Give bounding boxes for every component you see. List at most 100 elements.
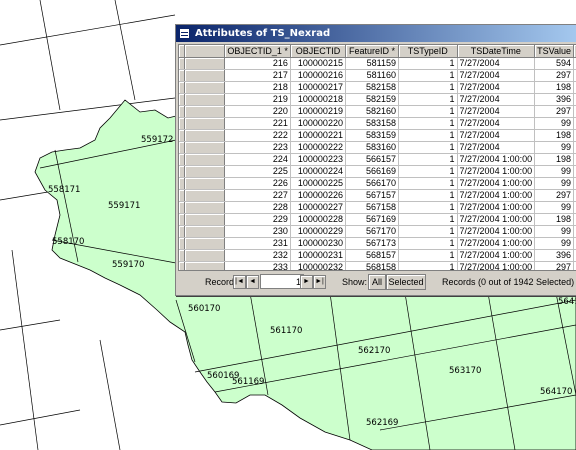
table-cell[interactable]: 1 [398,141,458,154]
table-cell[interactable]: 1 [398,117,458,130]
table-cell[interactable]: 1 [398,213,458,226]
table-row[interactable]: 226 100000225 566170 1 7/27/2004 1:00:00 99 [179,177,576,190]
table-cell[interactable]: 7/27/2004 1:00:00 [457,237,536,250]
table-row[interactable]: 233 100000232 568158 1 7/27/2004 1:00:00 297 [179,261,576,270]
table-cell[interactable]: 567170 [345,225,399,238]
table-cell[interactable]: 7/27/2004 [457,129,536,142]
table-cell[interactable]: 568158 [345,261,399,270]
row-selector[interactable] [184,117,226,130]
row-selector[interactable] [184,225,226,238]
column-header[interactable]: FeatureID * [345,45,399,58]
table-cell[interactable]: 231 [224,237,291,250]
first-record-button[interactable]: |◄ [233,275,246,289]
table-cell[interactable]: 226 [224,177,291,190]
attribute-table[interactable]: OBJECTID_1 * OBJECTID FeatureID * TSTypeID T… [178,44,576,271]
table-cell[interactable]: 582159 [345,93,399,106]
table-cell[interactable]: 1 [398,165,458,178]
table-cell[interactable]: 99 [534,141,574,154]
table-cell[interactable]: 7/27/2004 1:00:00 [457,249,536,262]
table-row[interactable]: 220 100000219 582160 1 7/27/2004 297 [179,105,576,118]
table-cell[interactable]: 100000223 [290,153,346,166]
table-cell[interactable]: 1 [398,81,458,94]
table-cell[interactable]: 100000217 [290,81,346,94]
table-cell[interactable]: 7/27/2004 1:00:00 [457,201,536,214]
table-cell[interactable]: 100000216 [290,69,346,82]
next-record-button[interactable]: ► [300,275,313,289]
table-cell[interactable]: 100000221 [290,129,346,142]
table-cell[interactable]: 297 [534,69,574,82]
column-header[interactable]: TSDateTime [457,45,536,58]
table-cell[interactable]: 225 [224,165,291,178]
table-cell[interactable]: 1 [398,225,458,238]
table-row[interactable]: 231 100000230 567173 1 7/27/2004 1:00:00 99 [179,237,576,250]
table-cell[interactable]: 568157 [345,249,399,262]
table-cell[interactable]: 297 [534,105,574,118]
table-cell[interactable]: 7/27/2004 1:00:00 [457,177,536,190]
table-row[interactable]: 218 100000217 582158 1 7/27/2004 198 [179,81,576,94]
row-selector[interactable] [184,177,226,190]
table-cell[interactable]: 1 [398,177,458,190]
table-cell[interactable]: 583159 [345,129,399,142]
table-cell[interactable]: 100000227 [290,201,346,214]
table-cell[interactable]: 7/27/2004 1:00:00 [457,213,536,226]
row-selector[interactable] [184,57,226,70]
row-selector[interactable] [184,237,226,250]
row-selector[interactable] [184,93,226,106]
table-cell[interactable]: 223 [224,141,291,154]
table-cell[interactable]: 7/27/2004 [457,57,536,70]
table-cell[interactable]: 396 [534,93,574,106]
row-selector[interactable] [184,201,226,214]
record-number-input[interactable] [260,274,304,289]
column-header[interactable]: TSTypeID [398,45,458,58]
table-cell[interactable]: 396 [534,249,574,262]
table-cell[interactable]: 7/27/2004 [457,93,536,106]
table-cell[interactable]: 100000218 [290,93,346,106]
table-cell[interactable]: 99 [534,165,574,178]
row-selector[interactable] [184,129,226,142]
table-row[interactable]: 219 100000218 582159 1 7/27/2004 396 [179,93,576,106]
table-cell[interactable]: 1 [398,153,458,166]
table-cell[interactable]: 198 [534,153,574,166]
table-cell[interactable]: 297 [534,189,574,202]
table-row[interactable]: 228 100000227 567158 1 7/27/2004 1:00:00 99 [179,201,576,214]
table-row[interactable]: 230 100000229 567170 1 7/27/2004 1:00:00 99 [179,225,576,238]
table-cell[interactable]: 218 [224,81,291,94]
table-row[interactable]: 229 100000228 567169 1 7/27/2004 1:00:00 198 [179,213,576,226]
table-cell[interactable]: 566170 [345,177,399,190]
table-cell[interactable]: 7/27/2004 [457,69,536,82]
table-cell[interactable]: 100000226 [290,189,346,202]
table-row[interactable]: 216 100000215 581159 1 7/27/2004 594 [179,57,576,70]
row-selector[interactable] [184,69,226,82]
table-cell[interactable]: 100000219 [290,105,346,118]
table-cell[interactable]: 7/27/2004 1:00:00 [457,261,536,270]
table-cell[interactable]: 227 [224,189,291,202]
table-cell[interactable]: 99 [534,117,574,130]
table-cell[interactable]: 567158 [345,201,399,214]
table-cell[interactable]: 566169 [345,165,399,178]
table-cell[interactable]: 1 [398,261,458,270]
table-cell[interactable]: 100000228 [290,213,346,226]
table-cell[interactable]: 224 [224,153,291,166]
table-cell[interactable]: 1 [398,189,458,202]
row-selector[interactable] [184,105,226,118]
column-header[interactable]: TSValue [534,45,574,58]
table-cell[interactable]: 1 [398,69,458,82]
row-selector[interactable] [184,261,226,270]
table-cell[interactable]: 7/27/2004 1:00:00 [457,189,536,202]
row-selector[interactable] [184,81,226,94]
row-selector[interactable] [184,213,226,226]
table-cell[interactable]: 581159 [345,57,399,70]
selector-header[interactable] [184,45,226,58]
table-cell[interactable]: 581160 [345,69,399,82]
table-cell[interactable]: 594 [534,57,574,70]
table-row[interactable]: 232 100000231 568157 1 7/27/2004 1:00:00 396 [179,249,576,262]
table-cell[interactable]: 567173 [345,237,399,250]
table-cell[interactable]: 7/27/2004 1:00:00 [457,225,536,238]
table-cell[interactable]: 7/27/2004 1:00:00 [457,165,536,178]
table-cell[interactable]: 7/27/2004 [457,117,536,130]
table-row[interactable]: 221 100000220 583158 1 7/27/2004 99 [179,117,576,130]
show-selected-button[interactable]: Selected [386,274,426,290]
table-cell[interactable]: 582160 [345,105,399,118]
table-row[interactable]: 224 100000223 566157 1 7/27/2004 1:00:00 198 [179,153,576,166]
table-cell[interactable]: 99 [534,225,574,238]
